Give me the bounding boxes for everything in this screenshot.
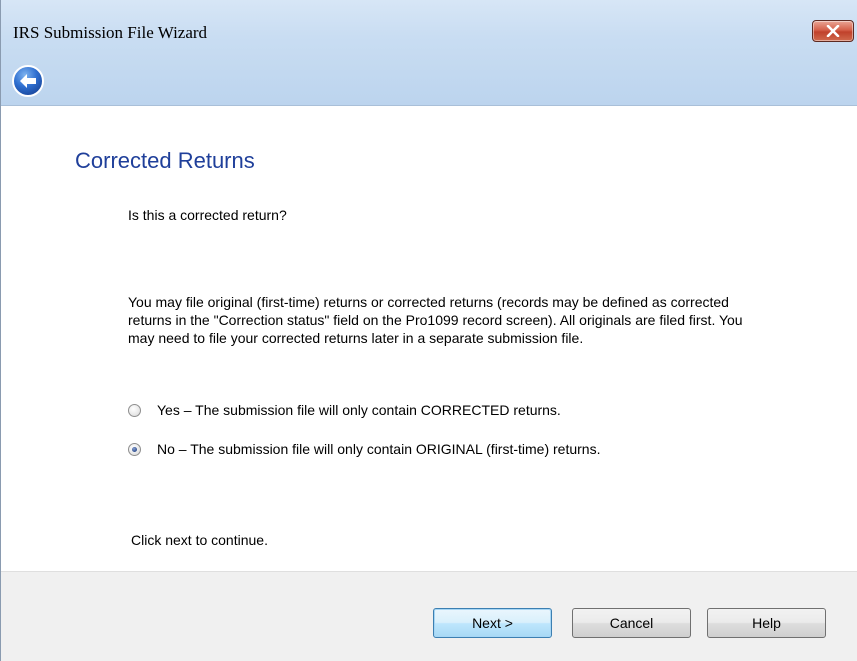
option-yes-label: Yes – The submission file will only cont… [157,402,561,418]
option-no[interactable]: No – The submission file will only conta… [128,441,600,457]
window-title: IRS Submission File Wizard [13,23,208,42]
question-text: Is this a corrected return? [128,207,287,223]
help-button[interactable]: Help [707,608,826,638]
radio-selected-dot [132,446,137,452]
option-yes[interactable]: Yes – The submission file will only cont… [128,402,561,418]
radio-yes[interactable] [128,403,141,417]
description-text: You may file original (first-time) retur… [128,294,743,346]
continue-hint: Click next to continue. [131,532,268,548]
cancel-button[interactable]: Cancel [572,608,691,638]
radio-no[interactable] [128,442,141,456]
option-no-label: No – The submission file will only conta… [157,441,601,457]
close-button[interactable] [812,20,854,42]
title-bar: IRS Submission File Wizard [1,0,857,106]
wizard-window: IRS Submission File Wizard Corrected Ret… [0,0,857,661]
page-title: Corrected Returns [75,148,255,173]
next-button[interactable]: Next > [433,608,552,638]
wizard-content: Corrected Returns Is this a corrected re… [1,106,857,571]
back-arrow-icon [12,65,44,97]
back-button[interactable] [11,64,45,98]
close-icon [826,25,840,37]
button-bar: Next > Cancel Help [1,571,857,661]
